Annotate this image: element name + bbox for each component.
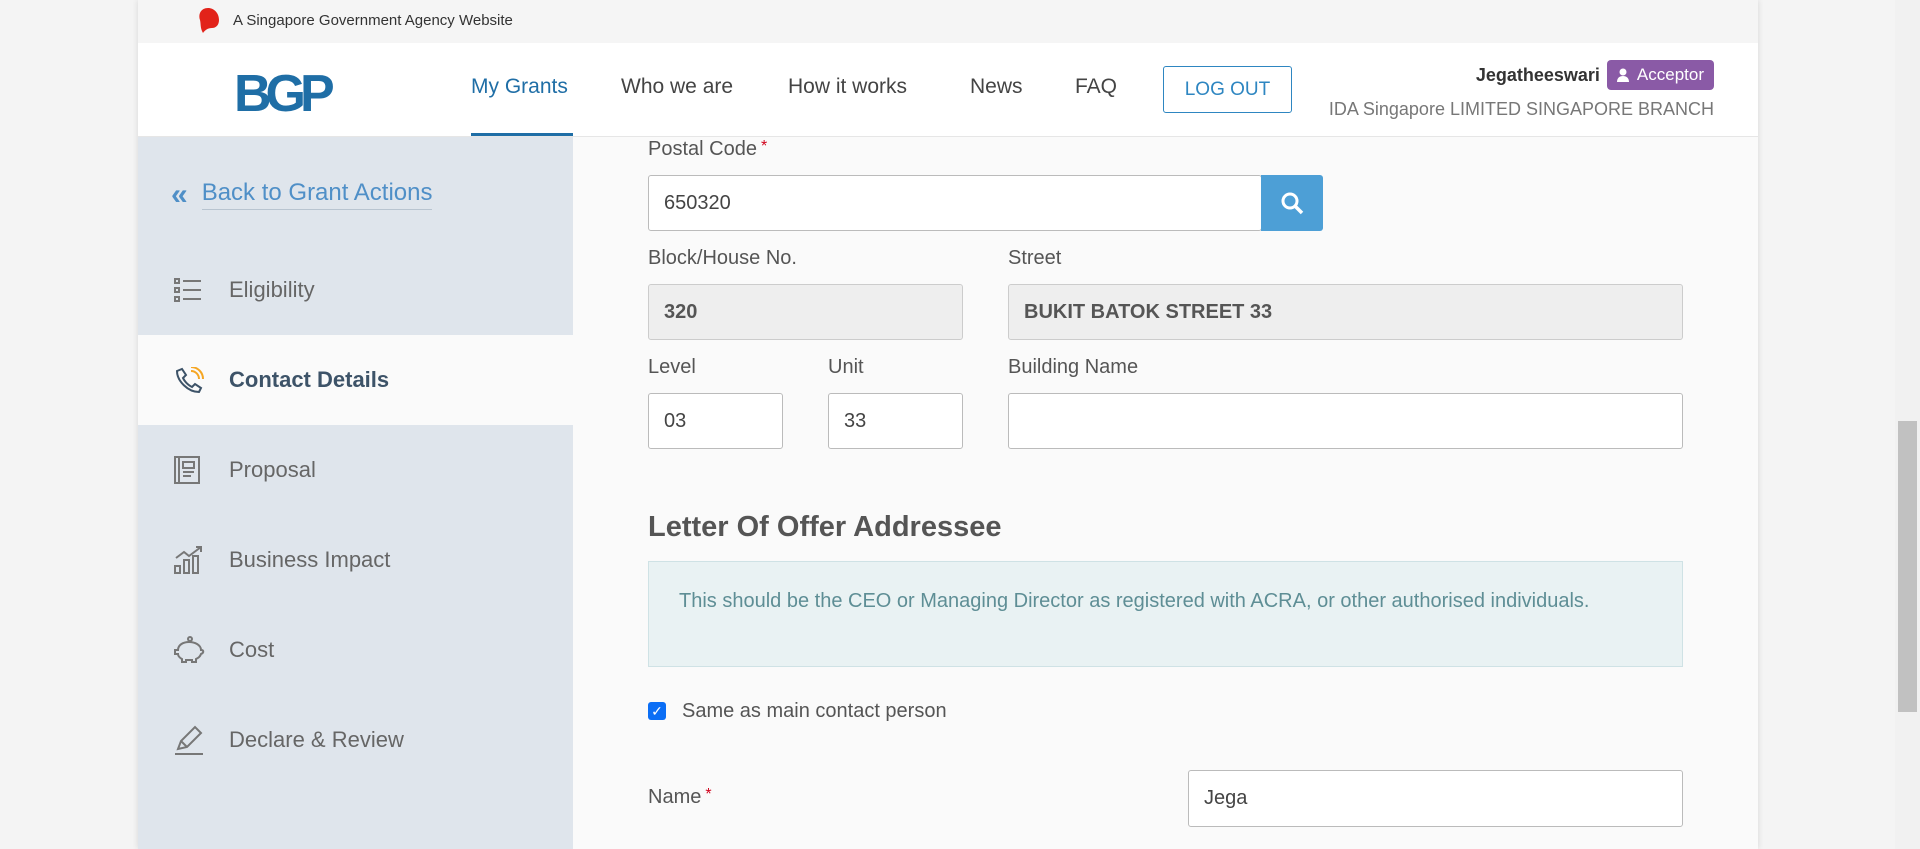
bar-chart-icon [174,546,202,574]
sidebar-item-label: Business Impact [229,547,391,572]
name-input[interactable] [1188,770,1683,827]
header: BGP My Grants Who we are How it works Ne… [138,43,1758,137]
bgp-logo[interactable]: BGP [234,68,335,120]
nav-news[interactable]: News [970,75,1023,99]
block-label: Block/House No. [648,247,797,269]
nav-who-we-are[interactable]: Who we are [621,75,733,99]
back-link-label: Back to Grant Actions [201,179,433,210]
role-label: Acceptor [1636,65,1704,84]
level-input[interactable] [648,393,783,449]
document-icon [174,456,200,484]
checklist-icon [174,278,201,302]
logout-button[interactable]: LOG OUT [1163,66,1292,113]
sidebar-item-proposal[interactable]: Proposal [138,425,573,515]
role-badge: Acceptor [1606,60,1714,90]
active-nav-underline [471,133,573,136]
section-title: Letter Of Offer Addressee [648,511,1002,543]
nav-faq[interactable]: FAQ [1075,75,1117,99]
same-as-main-label[interactable]: Same as main contact person [682,700,947,723]
same-as-main-checkbox[interactable]: ✓ [648,702,666,720]
piggy-bank-icon [174,636,205,663]
unit-label: Unit [828,356,864,378]
name-label: Name * [648,786,712,808]
sidebar-item-label: Contact Details [229,367,390,392]
block-input[interactable] [648,284,963,340]
nav-how-it-works[interactable]: How it works [788,75,907,99]
sidebar-item-label: Proposal [229,457,316,482]
user-icon [1616,68,1629,82]
phone-icon [175,367,204,393]
search-icon [1281,192,1304,215]
sidebar-item-label: Eligibility [229,277,315,302]
building-name-label: Building Name [1008,356,1139,378]
user-name: Jegatheeswari [1475,64,1600,85]
sidebar-item-cost[interactable]: Cost [138,605,573,695]
scrollbar-thumb[interactable] [1898,421,1917,712]
street-input[interactable] [1008,284,1683,340]
postal-code-label: Postal Code * [648,138,768,160]
nav-my-grants[interactable]: My Grants [471,75,568,99]
pen-icon [175,725,203,755]
user-info: Jegatheeswari Acceptor [1476,60,1714,90]
sidebar-item-label: Declare & Review [229,727,404,752]
lion-head-icon [199,8,219,33]
building-name-input[interactable] [1008,393,1683,449]
unit-input[interactable] [828,393,963,449]
back-to-grant-actions-link[interactable]: « Back to Grant Actions [171,177,433,211]
sidebar-item-declare-review[interactable]: Declare & Review [138,695,573,785]
double-chevron-left-icon: « [171,177,188,211]
sidebar-item-business-impact[interactable]: Business Impact [138,515,573,605]
sidebar: « Back to Grant Actions Eligibility Cont… [138,137,573,849]
gov-banner-text: A Singapore Government Agency Website [233,12,513,29]
street-label: Street [1008,247,1062,269]
sidebar-item-label: Cost [229,637,275,662]
postal-code-input[interactable] [648,175,1262,231]
sidebar-item-eligibility[interactable]: Eligibility [138,245,573,335]
scrollbar-track[interactable] [1895,0,1920,849]
gov-banner: A Singapore Government Agency Website [138,0,1758,43]
sidebar-item-contact-details[interactable]: Contact Details [138,335,573,425]
info-alert: This should be the CEO or Managing Direc… [648,561,1683,667]
level-label: Level [648,356,696,378]
page: A Singapore Government Agency Website BG… [138,0,1758,849]
org-name: IDA Singapore LIMITED SINGAPORE BRANCH [1328,99,1714,119]
postal-search-button[interactable] [1261,175,1323,231]
